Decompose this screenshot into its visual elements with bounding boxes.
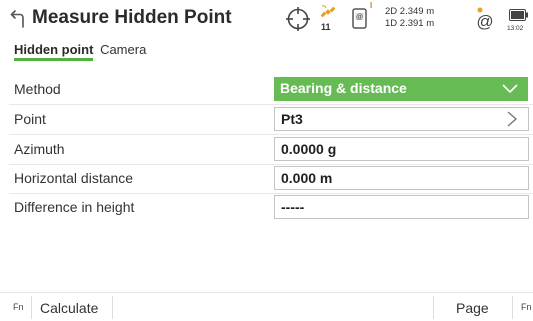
status-tray: 11 @ I 2D 2.349 m 1D 2.391 m @ 13:02 [282,0,533,40]
tab-bar: Hidden point Camera [14,42,146,64]
tab-hidden-point[interactable]: Hidden point [14,42,94,61]
clock: 13:02 [507,25,524,32]
battery-icon[interactable] [509,9,529,21]
method-row: Method Bearing & distance [0,76,533,105]
point-selector[interactable]: Pt3 [274,107,529,131]
divider [112,296,113,319]
azimuth-input[interactable]: 0.0000 g [274,137,529,161]
crosshair-icon[interactable] [285,6,311,32]
page-button[interactable]: Page [456,300,489,316]
azimuth-value: 0.0000 g [281,141,337,157]
chevron-down-icon [502,84,518,94]
azimuth-label: Azimuth [14,141,65,157]
divider [433,296,434,319]
difference-in-height-label: Difference in height [14,199,135,215]
divider [512,296,513,319]
position-quality: 2D 2.349 m 1D 2.391 m [385,6,434,30]
method-value: Bearing & distance [280,80,407,96]
method-label: Method [14,81,61,97]
separator [9,134,533,135]
point-row: Point Pt3 [0,106,533,135]
page-title: Measure Hidden Point [32,7,232,28]
azimuth-row: Azimuth 0.0000 g [0,136,533,165]
chevron-right-icon [507,111,518,127]
satellite-count: 11 [321,22,331,32]
at-icon[interactable]: @ [473,6,497,32]
fn-key-left[interactable]: Fn [13,302,24,312]
tab-camera[interactable]: Camera [100,42,146,57]
satellite-icon[interactable] [320,4,336,20]
horizontal-distance-label: Horizontal distance [14,170,134,186]
horizontal-distance-value: 0.000 m [281,170,333,186]
quality-2d: 2D 2.349 m [385,6,435,17]
divider [31,296,32,319]
fn-key-right[interactable]: Fn [521,302,532,312]
difference-in-height-value: ----- [281,199,305,215]
horizontal-distance-input[interactable]: 0.000 m [274,166,529,190]
device-icon[interactable]: @ [351,6,369,30]
measure-hidden-point-screen: Measure Hidden Point 11 @ I 2D 2.349 m 1… [0,0,533,321]
horizontal-distance-row: Horizontal distance 0.000 m [0,165,533,194]
method-dropdown[interactable]: Bearing & distance [274,77,528,101]
softkey-bar: Fn Calculate Page Fn [0,292,533,321]
device-superscript: I [370,1,373,10]
back-arrow-icon[interactable] [10,9,28,29]
calculate-button[interactable]: Calculate [40,300,98,316]
point-label: Point [14,111,46,127]
svg-text:@: @ [356,14,363,21]
difference-in-height-row: Difference in height ----- [0,194,533,223]
title-bar: Measure Hidden Point 11 @ I 2D 2.349 m 1… [0,0,533,40]
difference-in-height-input[interactable]: ----- [274,195,529,219]
quality-1d: 1D 2.391 m [385,18,435,29]
svg-text:@: @ [476,12,493,31]
point-value: Pt3 [281,111,303,127]
separator [9,104,533,105]
